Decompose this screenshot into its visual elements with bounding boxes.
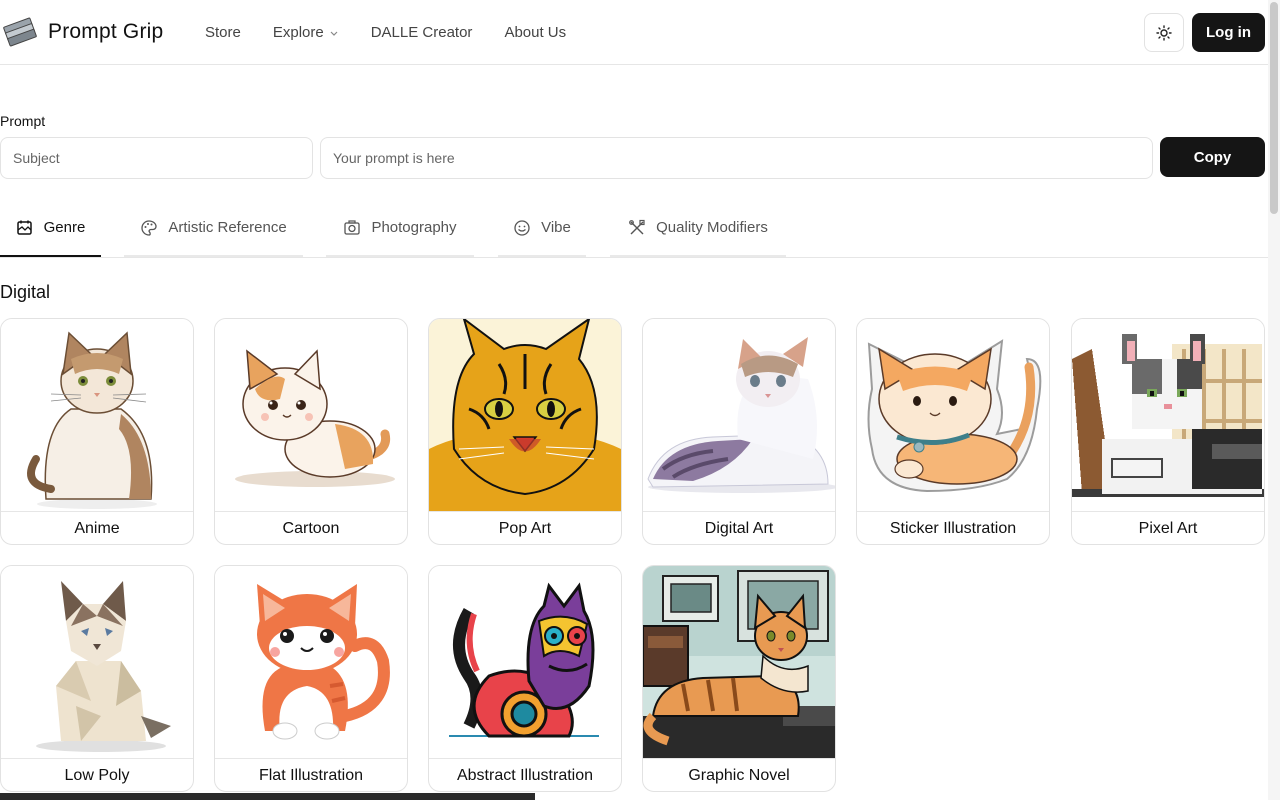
genre-card-flat-illustration[interactable]: Flat Illustration — [214, 565, 408, 792]
tab-genre-label: Genre — [43, 219, 86, 236]
card-caption: Anime — [1, 511, 193, 544]
card-caption: Flat Illustration — [215, 758, 407, 791]
palette-icon — [141, 219, 157, 236]
card-caption: Pixel Art — [1072, 511, 1264, 544]
chevron-down-icon — [330, 31, 338, 36]
theme-toggle-button[interactable] — [1144, 13, 1184, 52]
card-caption: Abstract Illustration — [429, 758, 621, 791]
nav-explore[interactable]: Explore — [273, 24, 339, 41]
logo-icon — [3, 17, 37, 47]
anime-cat-image — [1, 319, 193, 511]
pop-art-cat-image — [429, 319, 621, 511]
graphic-novel-cat-image — [643, 566, 835, 758]
pixel-art-cat-image — [1072, 319, 1264, 511]
genre-card-pixel-art[interactable]: Pixel Art — [1071, 318, 1265, 545]
tools-icon — [629, 219, 645, 234]
genre-card-low-poly[interactable]: Low Poly — [0, 565, 194, 792]
genre-card-abstract-illustration[interactable]: Abstract Illustration — [428, 565, 622, 792]
tab-photography-label: Photography — [371, 219, 457, 236]
tab-genre[interactable]: Genre — [0, 200, 101, 257]
logo-text: Prompt Grip — [48, 20, 164, 43]
genre-card-pop-art[interactable]: Pop Art — [428, 318, 622, 545]
category-tabs: Genre Artistic Reference Photography Vib… — [0, 200, 1268, 258]
genre-card-cartoon[interactable]: Cartoon — [214, 318, 408, 545]
card-caption: Low Poly — [1, 758, 193, 791]
flat-illustration-cat-image — [215, 566, 407, 758]
nav-store-label: Store — [205, 24, 241, 41]
camera-icon — [344, 219, 361, 235]
tab-vibe[interactable]: Vibe — [498, 200, 586, 257]
top-header: Prompt Grip Store Explore DALLE Creator … — [0, 0, 1268, 65]
login-button[interactable]: Log in — [1192, 13, 1265, 52]
genre-card-sticker-illustration[interactable]: Sticker Illustration — [856, 318, 1050, 545]
sun-icon — [1156, 24, 1172, 41]
tab-quality-modifiers[interactable]: Quality Modifiers — [610, 200, 786, 257]
digital-art-cat-image — [643, 319, 835, 511]
main-nav: Store Explore DALLE Creator About Us — [205, 0, 598, 65]
card-caption: Cartoon — [215, 511, 407, 544]
smiley-icon — [514, 219, 530, 236]
card-caption: Digital Art — [643, 511, 835, 544]
card-caption: Pop Art — [429, 511, 621, 544]
genre-card-anime[interactable]: Anime — [0, 318, 194, 545]
nav-dalle-label: DALLE Creator — [370, 24, 473, 41]
card-caption: Sticker Illustration — [857, 511, 1049, 544]
prompt-label: Prompt — [0, 113, 46, 129]
logo[interactable]: Prompt Grip — [2, 16, 163, 48]
cartoon-cat-image — [215, 319, 407, 511]
genre-card-digital-art[interactable]: Digital Art — [642, 318, 836, 545]
bottom-media-strip — [0, 793, 535, 800]
section-title: Digital — [0, 282, 51, 302]
copy-button[interactable]: Copy — [1160, 137, 1265, 177]
prompt-input[interactable] — [320, 137, 1153, 179]
abstract-cat-image — [429, 566, 621, 758]
subject-input[interactable] — [0, 137, 313, 179]
tab-vibe-label: Vibe — [541, 219, 571, 236]
nav-store[interactable]: Store — [205, 24, 241, 41]
nav-about-us[interactable]: About Us — [504, 24, 566, 41]
nav-about-label: About Us — [504, 24, 567, 41]
nav-explore-label: Explore — [272, 24, 324, 41]
genre-icon — [16, 220, 32, 235]
tab-quality-label: Quality Modifiers — [656, 219, 768, 236]
tab-photography[interactable]: Photography — [326, 200, 474, 257]
tab-artistic-label: Artistic Reference — [168, 219, 287, 236]
tab-artistic-reference[interactable]: Artistic Reference — [124, 200, 303, 257]
low-poly-cat-image — [1, 566, 193, 758]
genre-card-graphic-novel[interactable]: Graphic Novel — [642, 565, 836, 792]
nav-dalle-creator[interactable]: DALLE Creator — [371, 24, 473, 41]
sticker-cat-image — [857, 319, 1049, 511]
page-scrollbar-thumb[interactable] — [1270, 2, 1278, 214]
card-caption: Graphic Novel — [643, 758, 835, 791]
